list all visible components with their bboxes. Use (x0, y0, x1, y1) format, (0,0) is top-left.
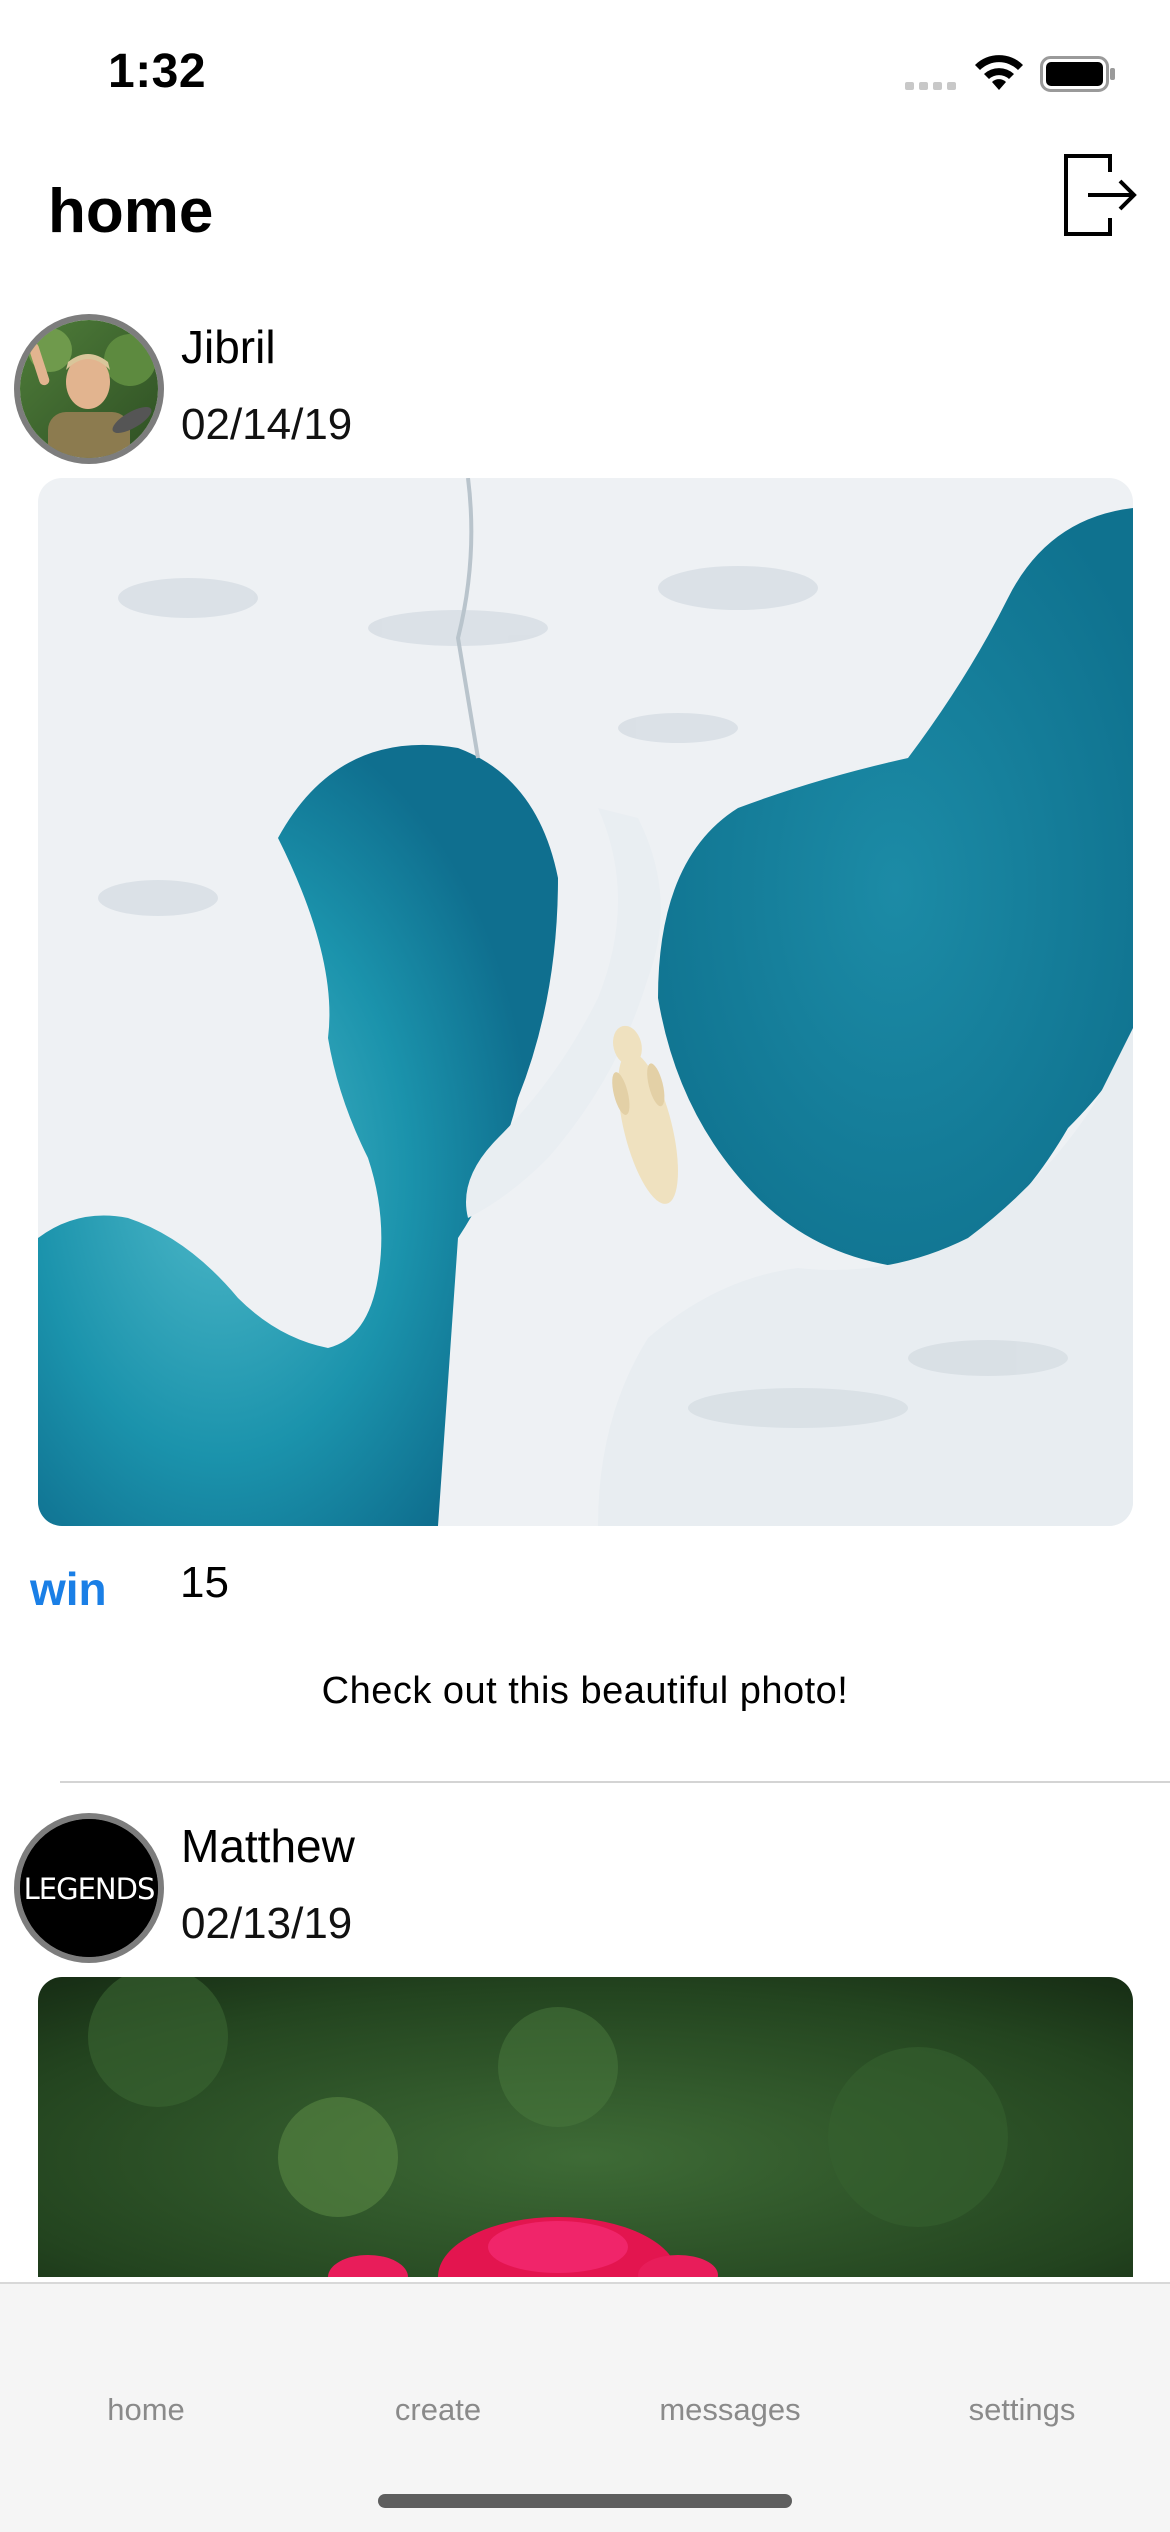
post-date: 02/14/19 (181, 400, 353, 449)
page-title: home (48, 177, 214, 246)
status-time: 1:32 (108, 45, 207, 98)
post-image[interactable] (38, 478, 1133, 1526)
post-image[interactable] (38, 1977, 1133, 2277)
logout-button[interactable] (1060, 150, 1140, 240)
polar-bear-photo (38, 478, 1133, 1526)
status-bar: 1:32 (0, 0, 1170, 140)
avatar-photo (20, 320, 158, 458)
win-count: 15 (180, 1558, 229, 1607)
header: home (0, 140, 1170, 290)
logout-icon (1064, 154, 1137, 236)
tab-bar: home create messages settings (0, 2282, 1170, 2532)
post-date: 02/13/19 (181, 1899, 353, 1948)
battery-icon (1040, 56, 1115, 92)
author-avatar[interactable] (14, 314, 164, 464)
cellular-signal-icon (905, 82, 956, 90)
svg-text:LEGENDS: LEGENDS (24, 1872, 155, 1906)
post-caption: Check out this beautiful photo! (321, 1670, 849, 1712)
win-button[interactable]: win (30, 1562, 107, 1616)
author-name[interactable]: Jibril (181, 320, 276, 374)
tab-settings[interactable]: settings (876, 2392, 1168, 2428)
post-divider (60, 1781, 1170, 1783)
legends-avatar-logo: LEGENDS (20, 1819, 158, 1957)
tab-messages[interactable]: messages (584, 2392, 876, 2428)
rose-photo (38, 1977, 1133, 2277)
wifi-icon (975, 55, 1023, 90)
tab-home[interactable]: home (0, 2392, 292, 2428)
author-avatar[interactable]: LEGENDS (14, 1813, 164, 1963)
author-name[interactable]: Matthew (181, 1819, 355, 1873)
tab-create[interactable]: create (292, 2392, 584, 2428)
home-indicator[interactable] (378, 2494, 792, 2508)
